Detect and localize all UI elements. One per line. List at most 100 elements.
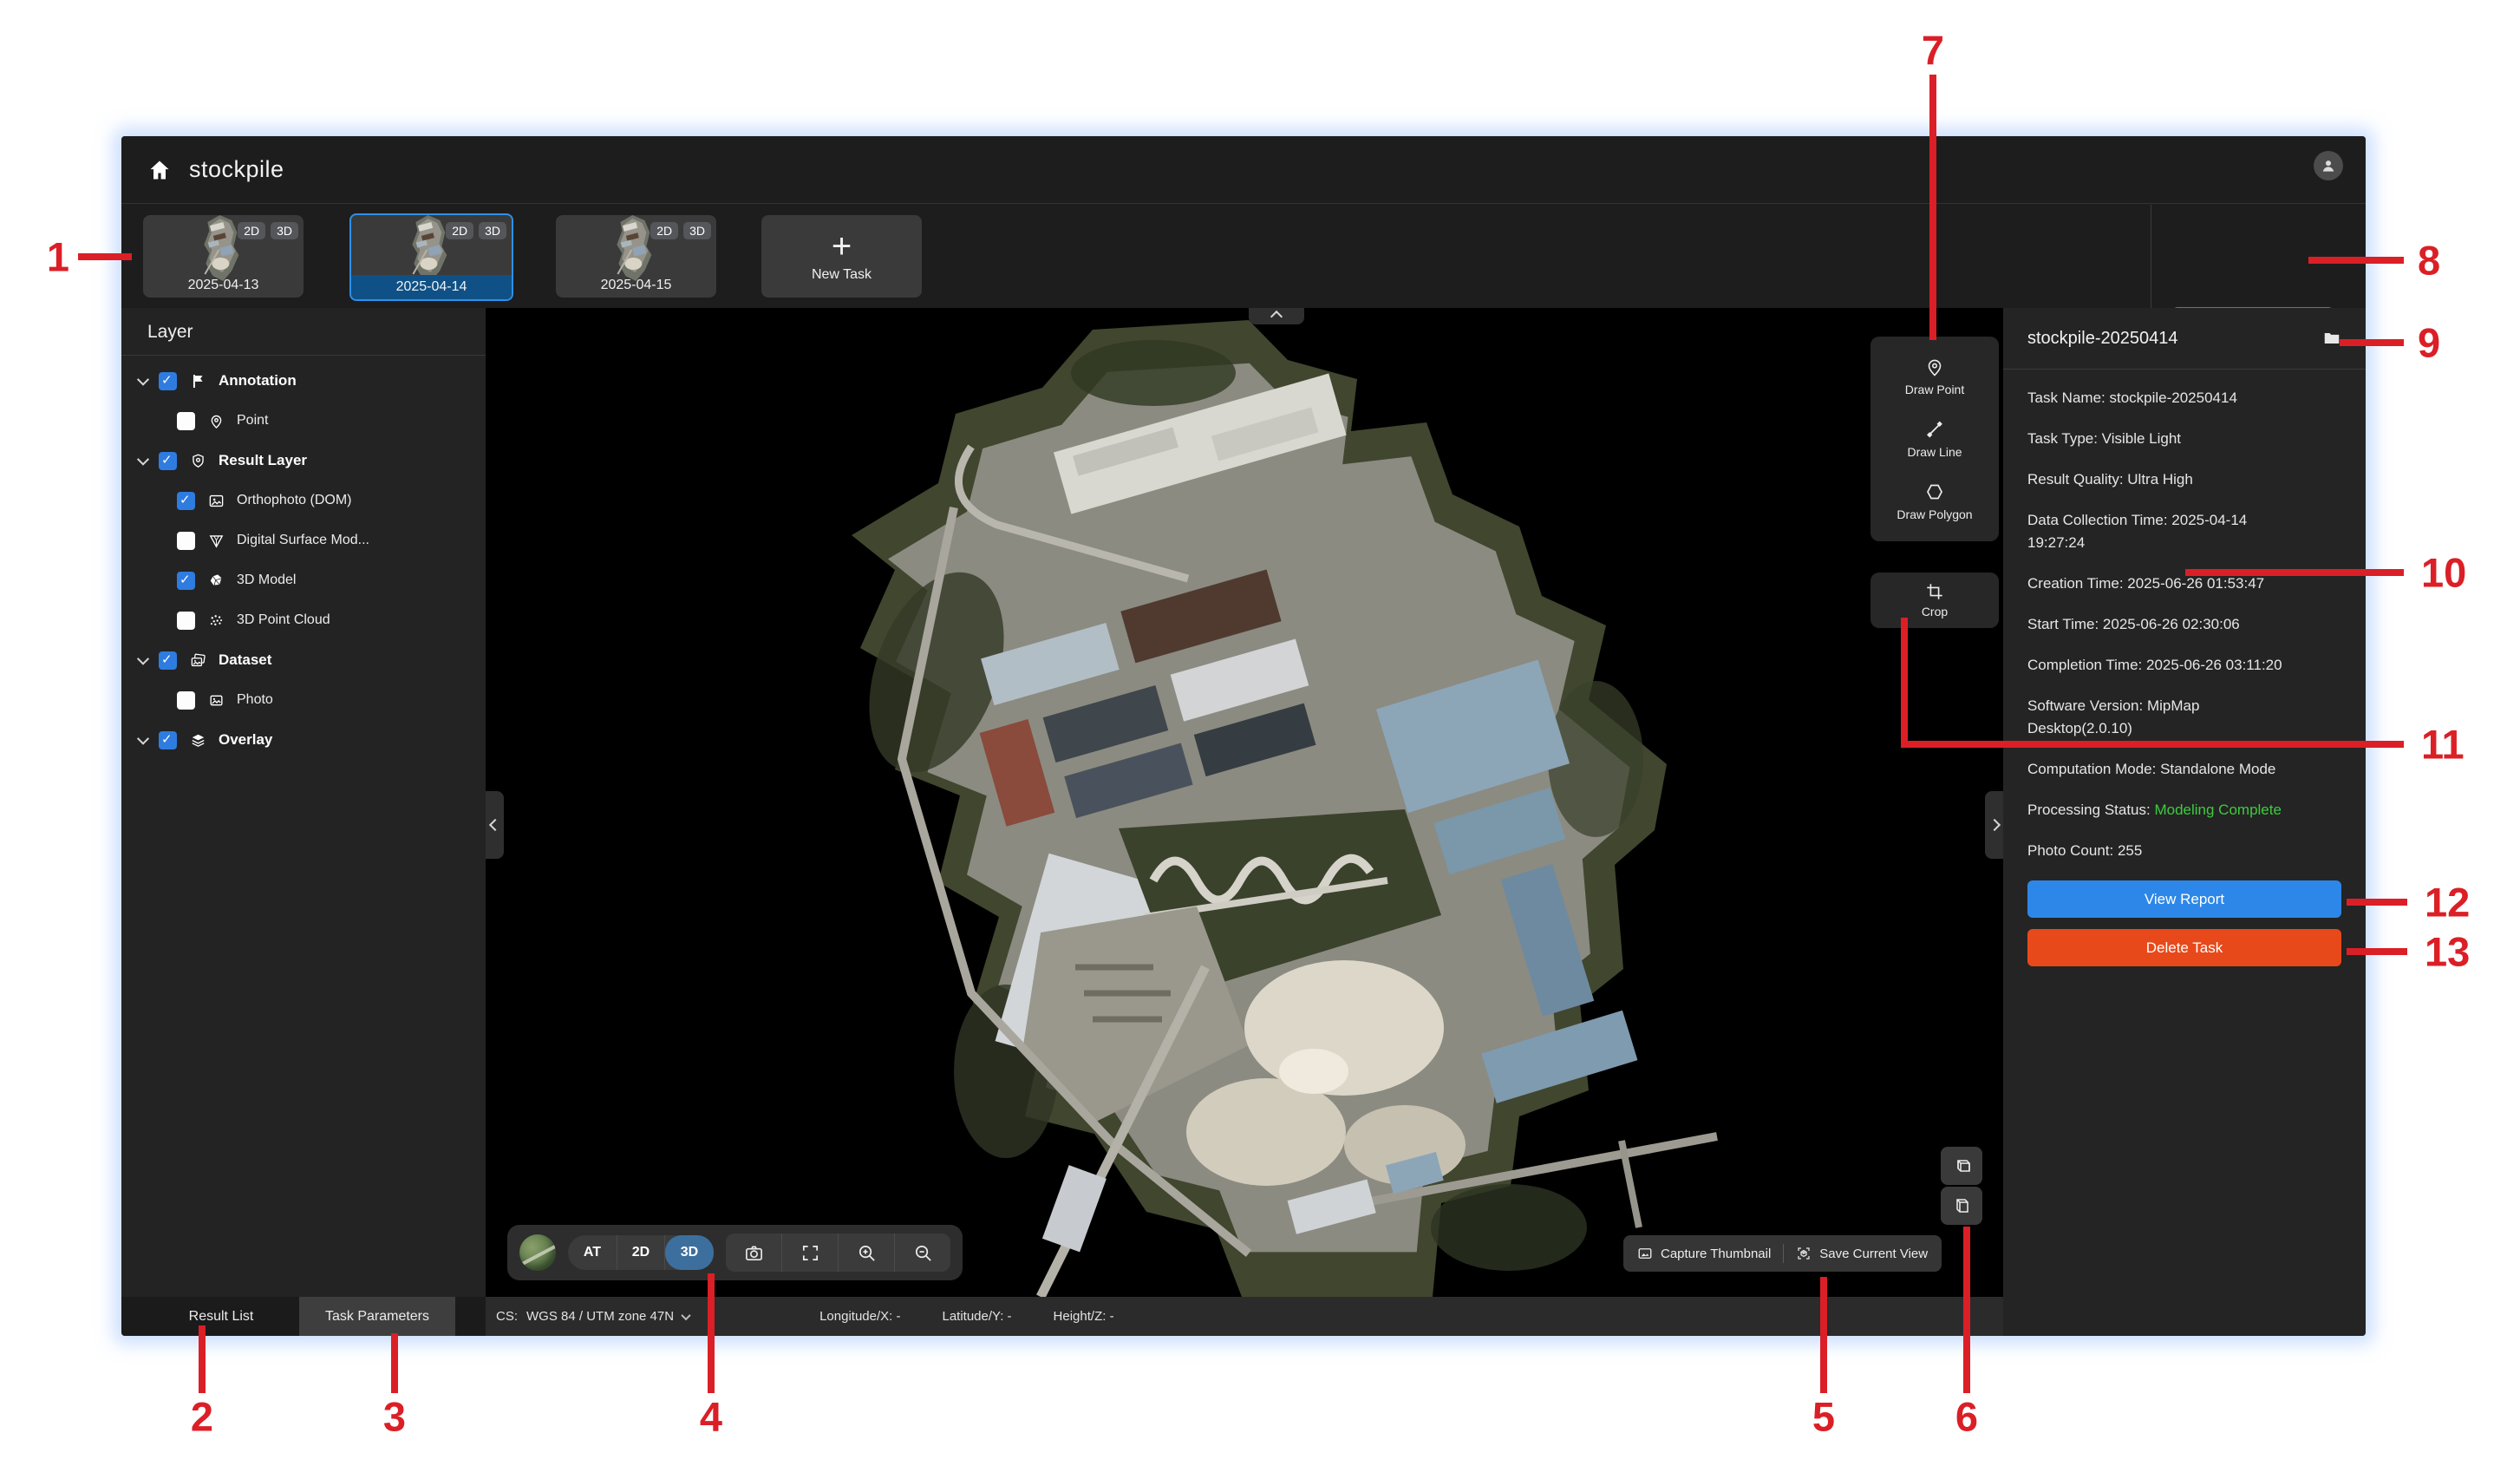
dsm-triangle-icon bbox=[206, 533, 225, 549]
task-date: 2025-04-13 bbox=[143, 273, 304, 298]
flag-icon bbox=[188, 373, 207, 389]
photo-icon bbox=[206, 692, 225, 709]
layer-row-3d-point-cloud[interactable]: 3D Point Cloud bbox=[121, 600, 486, 640]
minimap-thumbnail[interactable] bbox=[519, 1234, 556, 1271]
callout-line-8 bbox=[2308, 257, 2404, 264]
tab-task-parameters[interactable]: Task Parameters bbox=[299, 1297, 455, 1336]
layer-row-result-layer[interactable]: Result Layer bbox=[121, 441, 486, 481]
crop-button[interactable]: Crop bbox=[1870, 573, 1999, 628]
chevron-down-icon[interactable] bbox=[137, 374, 149, 386]
checkbox-unchecked[interactable] bbox=[177, 691, 195, 710]
save-current-view-button[interactable]: Save Current View bbox=[1796, 1246, 1928, 1261]
draw-point-button[interactable]: Draw Point bbox=[1870, 345, 1999, 408]
crop-label: Crop bbox=[1922, 605, 1948, 618]
plus-icon: + bbox=[832, 231, 852, 262]
map-viewport[interactable]: Draw Point Draw Line Draw Polygon bbox=[486, 308, 2003, 1297]
task-card-2025-04-14-selected[interactable]: 2D 3D 2025-04-14 bbox=[349, 213, 513, 301]
callout-12: 12 bbox=[2425, 879, 2470, 926]
height-readout: Height/Z: - bbox=[1054, 1309, 1114, 1324]
chevron-up-icon bbox=[1270, 310, 1283, 322]
task-card-2025-04-15[interactable]: 2D 3D 2025-04-15 bbox=[556, 215, 716, 298]
callout-3: 3 bbox=[383, 1393, 406, 1441]
badge-2d[interactable]: 2D bbox=[650, 222, 678, 239]
view-mode-switch: AT 2D 3D bbox=[568, 1235, 714, 1270]
latitude-readout: Latitude/Y: - bbox=[942, 1309, 1011, 1324]
mode-3d-button[interactable]: 3D bbox=[665, 1235, 714, 1270]
draw-line-button[interactable]: Draw Line bbox=[1870, 408, 1999, 470]
collapse-strip-handle[interactable] bbox=[1249, 308, 1304, 324]
draw-polygon-button[interactable]: Draw Polygon bbox=[1870, 470, 1999, 533]
callout-10: 10 bbox=[2421, 549, 2466, 597]
checkbox-checked[interactable] bbox=[159, 372, 177, 390]
home-icon[interactable] bbox=[147, 158, 172, 182]
badge-3d[interactable]: 3D bbox=[271, 222, 298, 239]
layer-panel: Layer Annotation Point bbox=[121, 308, 486, 1297]
layer-row-orthophoto[interactable]: Orthophoto (DOM) bbox=[121, 481, 486, 520]
perspective-cube-button[interactable] bbox=[1941, 1147, 1982, 1185]
mode-at-button[interactable]: AT bbox=[568, 1235, 617, 1270]
coordinate-system-select[interactable]: CS: WGS 84 / UTM zone 47N bbox=[496, 1309, 689, 1324]
checkbox-checked[interactable] bbox=[159, 651, 177, 670]
chevron-down-icon[interactable] bbox=[137, 733, 149, 745]
annotated-screenshot: stockpile 2D 3D 2025-04-13 bbox=[0, 0, 2520, 1479]
mode-2d-button[interactable]: 2D bbox=[617, 1235, 665, 1270]
checkbox-checked[interactable] bbox=[177, 572, 195, 590]
fit-view-button[interactable] bbox=[781, 1234, 838, 1272]
capture-image-icon bbox=[1637, 1246, 1653, 1261]
layer-row-photo[interactable]: Photo bbox=[121, 680, 486, 720]
layer-label: Dataset bbox=[219, 651, 271, 669]
layer-row-overlay[interactable]: Overlay bbox=[121, 720, 486, 760]
task-info-body: Task Name: stockpile-20250414 Task Type:… bbox=[2003, 370, 2366, 966]
layer-row-3d-model[interactable]: 3D Model bbox=[121, 560, 486, 600]
collapse-left-panel-handle[interactable] bbox=[486, 791, 504, 859]
longitude-readout: Longitude/X: - bbox=[819, 1309, 900, 1324]
zoom-in-button[interactable] bbox=[838, 1234, 894, 1272]
new-task-button[interactable]: + New Task bbox=[761, 215, 922, 298]
processing-status-row: Processing Status: Modeling Complete bbox=[2027, 799, 2341, 821]
callout-line-6 bbox=[1963, 1227, 1970, 1393]
badge-2d[interactable]: 2D bbox=[446, 222, 473, 239]
checkbox-unchecked[interactable] bbox=[177, 612, 195, 630]
photo-count-row: Photo Count: 255 bbox=[2027, 840, 2341, 862]
screenshot-camera-button[interactable] bbox=[726, 1234, 781, 1272]
delete-task-button[interactable]: Delete Task bbox=[2027, 929, 2341, 966]
callout-6: 6 bbox=[1955, 1393, 1978, 1441]
layer-label: 3D Model bbox=[237, 573, 296, 588]
collapse-right-panel-handle[interactable] bbox=[1985, 791, 2003, 859]
callout-line-13 bbox=[2347, 948, 2407, 955]
tab-result-list[interactable]: Result List bbox=[143, 1297, 299, 1336]
crop-icon bbox=[1925, 582, 1944, 601]
callout-line-4 bbox=[708, 1273, 715, 1393]
badge-3d[interactable]: 3D bbox=[479, 222, 506, 239]
processing-status-label: Processing Status: bbox=[2027, 802, 2154, 818]
badge-2d[interactable]: 2D bbox=[238, 222, 265, 239]
checkbox-checked[interactable] bbox=[159, 452, 177, 470]
layer-label: Digital Surface Mod... bbox=[237, 533, 369, 548]
ortho-cube-button[interactable] bbox=[1941, 1187, 1982, 1225]
checkbox-checked[interactable] bbox=[159, 731, 177, 749]
layer-label: Overlay bbox=[219, 731, 272, 749]
callout-5: 5 bbox=[1812, 1393, 1835, 1441]
checkbox-checked[interactable] bbox=[177, 492, 195, 510]
layer-row-dsm[interactable]: Digital Surface Mod... bbox=[121, 520, 486, 560]
callout-line-12 bbox=[2347, 899, 2407, 906]
layer-row-point[interactable]: Point bbox=[121, 401, 486, 441]
chevron-down-icon[interactable] bbox=[137, 454, 149, 466]
user-avatar[interactable] bbox=[2314, 151, 2343, 180]
layer-row-dataset[interactable]: Dataset bbox=[121, 640, 486, 680]
checkbox-unchecked[interactable] bbox=[177, 412, 195, 430]
layer-label: Orthophoto (DOM) bbox=[237, 493, 351, 508]
badge-3d[interactable]: 3D bbox=[683, 222, 711, 239]
draw-point-label: Draw Point bbox=[1905, 383, 1964, 396]
draw-line-label: Draw Line bbox=[1907, 445, 1962, 459]
chevron-down-icon[interactable] bbox=[137, 653, 149, 665]
zoom-out-button[interactable] bbox=[894, 1234, 950, 1272]
task-card-2025-04-13[interactable]: 2D 3D 2025-04-13 bbox=[143, 215, 304, 298]
layer-row-annotation[interactable]: Annotation bbox=[121, 361, 486, 401]
folder-icon[interactable] bbox=[2322, 329, 2341, 348]
layer-label: Result Layer bbox=[219, 452, 307, 469]
draw-polygon-hexagon-icon bbox=[1924, 481, 1945, 502]
capture-thumbnail-button[interactable]: Capture Thumbnail bbox=[1637, 1246, 1771, 1261]
checkbox-unchecked[interactable] bbox=[177, 532, 195, 550]
view-report-button[interactable]: View Report bbox=[2027, 880, 2341, 918]
